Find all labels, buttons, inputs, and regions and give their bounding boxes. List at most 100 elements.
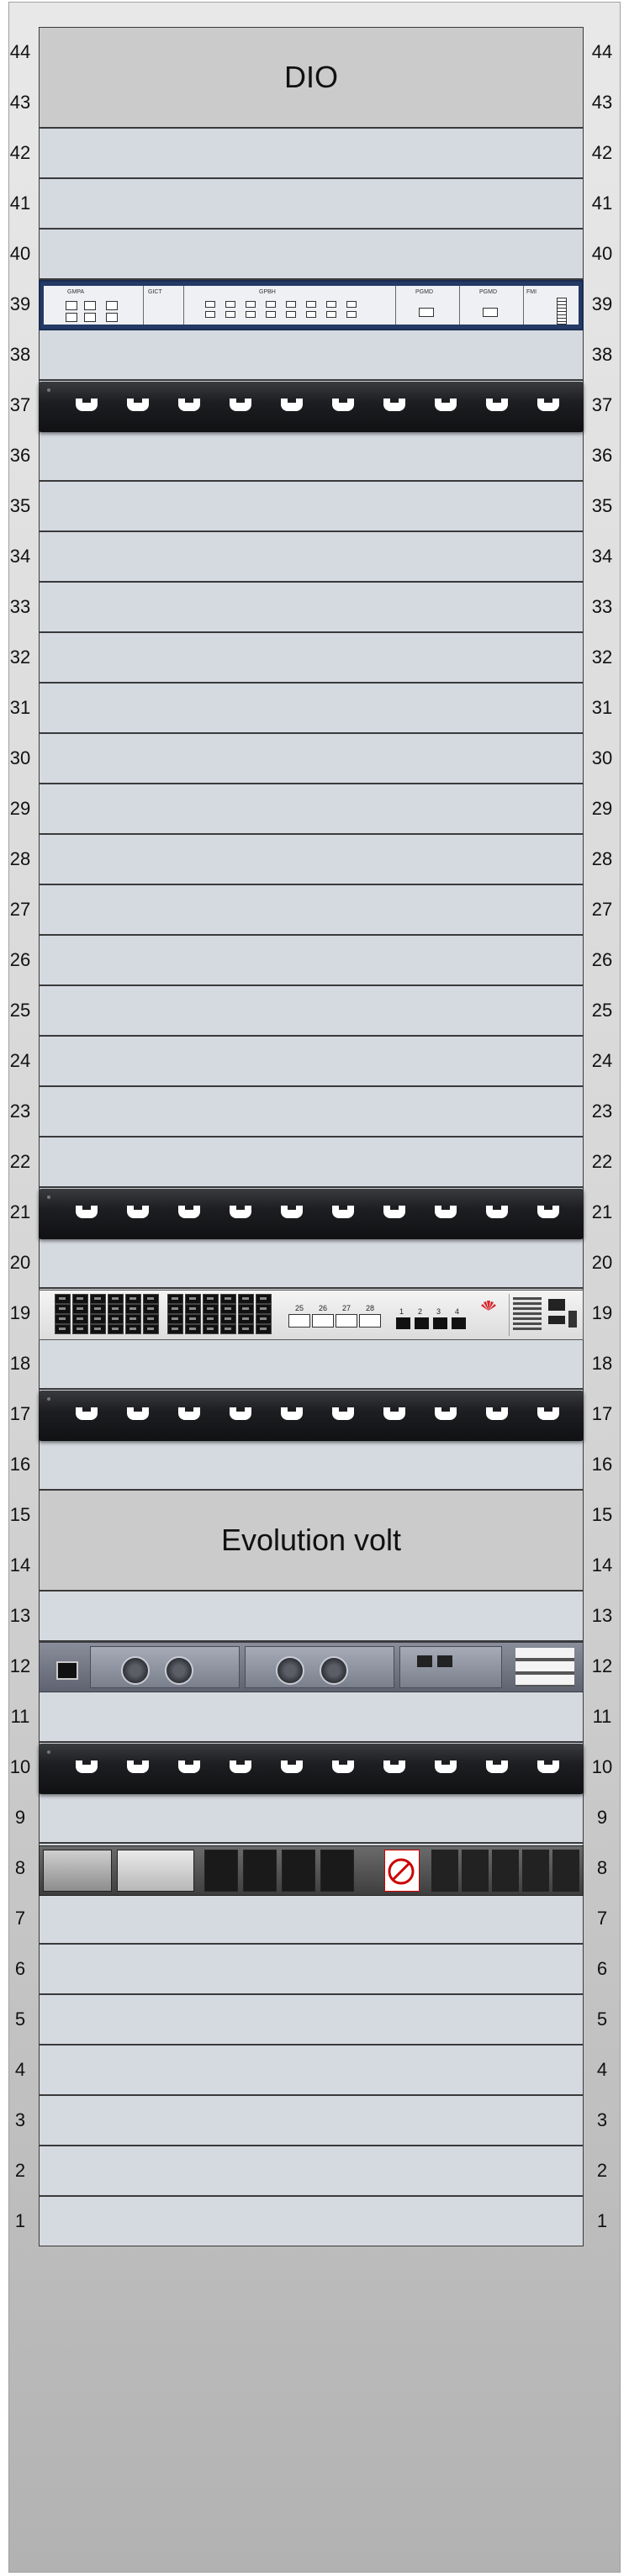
cable-manager-c[interactable] [39, 1744, 584, 1794]
olt-pon-port[interactable] [286, 311, 296, 318]
evolution-volt-panel[interactable]: Evolution volt [39, 1490, 584, 1591]
sfp-port[interactable] [108, 1294, 124, 1304]
combo-port[interactable] [359, 1314, 381, 1328]
sfp-port[interactable] [55, 1324, 71, 1334]
rectifier-module[interactable] [245, 1646, 394, 1688]
sfp-port[interactable] [125, 1324, 141, 1334]
sfp-port[interactable] [238, 1324, 254, 1334]
sfp-port[interactable] [256, 1324, 272, 1334]
sfp-port[interactable] [72, 1304, 88, 1314]
controller-module[interactable] [399, 1646, 502, 1688]
sfp-port[interactable] [125, 1294, 141, 1304]
breaker-icon[interactable] [282, 1850, 315, 1892]
sfp-port[interactable] [203, 1314, 219, 1324]
cable-manager-a[interactable] [39, 1189, 584, 1239]
olt-power-port[interactable] [419, 308, 434, 317]
sfp-port[interactable] [185, 1304, 201, 1314]
olt-pon-port[interactable] [326, 301, 336, 308]
rectifier-module[interactable] [90, 1646, 240, 1688]
sfp-port[interactable] [72, 1314, 88, 1324]
mgmt-port[interactable] [568, 1311, 577, 1328]
sfp-port[interactable] [90, 1324, 106, 1334]
ac-inlet[interactable] [56, 1661, 78, 1680]
olt-power-port[interactable] [483, 308, 498, 317]
sfp-port[interactable] [238, 1304, 254, 1314]
olt-pon-port[interactable] [306, 301, 316, 308]
ethernet-port[interactable] [437, 1655, 452, 1667]
sfp-port[interactable] [220, 1304, 236, 1314]
sfp-port[interactable] [108, 1324, 124, 1334]
sfp-port[interactable] [185, 1294, 201, 1304]
sfp-port[interactable] [167, 1304, 183, 1314]
olt-pon-port[interactable] [266, 311, 276, 318]
sfp-port[interactable] [256, 1304, 272, 1314]
sfp-port[interactable] [90, 1294, 106, 1304]
olt-port[interactable] [84, 313, 96, 322]
cable-manager-top[interactable] [39, 382, 584, 432]
sfp-port[interactable] [72, 1294, 88, 1304]
sfp-port[interactable] [220, 1294, 236, 1304]
sfp-port[interactable] [125, 1314, 141, 1324]
sfp-port[interactable] [185, 1324, 201, 1334]
power-rectifier[interactable] [39, 1642, 584, 1692]
sfp-port[interactable] [256, 1314, 272, 1324]
olt-port[interactable] [84, 301, 96, 310]
combo-port[interactable] [312, 1314, 334, 1328]
breaker-icon[interactable] [320, 1850, 354, 1892]
sfp-port[interactable] [203, 1304, 219, 1314]
cable-manager-b[interactable] [39, 1391, 584, 1441]
olt-port[interactable] [66, 301, 77, 310]
olt-pon-port[interactable] [266, 301, 276, 308]
olt-pon-port[interactable] [346, 311, 357, 318]
sfp-port[interactable] [108, 1304, 124, 1314]
breaker-icon[interactable] [204, 1850, 238, 1892]
sfp-port[interactable] [167, 1314, 183, 1324]
olt-chassis[interactable]: GMPA GICT GPBH PGMD PGMD FMI [39, 280, 584, 330]
olt-pon-port[interactable] [205, 301, 215, 308]
olt-pon-port[interactable] [225, 311, 235, 318]
sfp-port[interactable] [167, 1324, 183, 1334]
sfp-port[interactable] [203, 1294, 219, 1304]
fuse-holder[interactable] [431, 1850, 458, 1892]
sfp-port[interactable] [167, 1294, 183, 1304]
dio-panel[interactable]: DIO [39, 27, 584, 128]
sfp-port[interactable] [220, 1314, 236, 1324]
sfp-port[interactable] [90, 1304, 106, 1314]
sfp-port[interactable] [143, 1314, 159, 1324]
sfp-port[interactable] [143, 1294, 159, 1304]
olt-pon-port[interactable] [225, 301, 235, 308]
uplink-port[interactable] [433, 1317, 447, 1329]
sfp-port[interactable] [256, 1294, 272, 1304]
uplink-port[interactable] [415, 1317, 429, 1329]
olt-pon-port[interactable] [246, 311, 256, 318]
fuse-holder[interactable] [462, 1850, 489, 1892]
sfp-port[interactable] [90, 1314, 106, 1324]
fuse-holder[interactable] [552, 1850, 579, 1892]
sfp-port[interactable] [108, 1314, 124, 1324]
sfp-port[interactable] [55, 1314, 71, 1324]
sfp-port[interactable] [125, 1304, 141, 1314]
olt-pon-port[interactable] [346, 301, 357, 308]
sfp-port[interactable] [238, 1294, 254, 1304]
olt-port[interactable] [66, 313, 77, 322]
access-switch[interactable]: 25 26 27 28 1 2 3 4 [39, 1290, 584, 1340]
sfp-port[interactable] [55, 1294, 71, 1304]
fuse-holder[interactable] [492, 1850, 519, 1892]
olt-port[interactable] [106, 301, 118, 310]
ethernet-port[interactable] [417, 1655, 432, 1667]
uplink-port[interactable] [452, 1317, 466, 1329]
sfp-port[interactable] [143, 1304, 159, 1314]
console-port[interactable] [548, 1299, 565, 1311]
combo-port[interactable] [288, 1314, 310, 1328]
fuse-holder[interactable] [522, 1850, 549, 1892]
olt-pon-port[interactable] [286, 301, 296, 308]
sfp-port[interactable] [203, 1324, 219, 1334]
combo-port[interactable] [336, 1314, 357, 1328]
sfp-port[interactable] [143, 1324, 159, 1334]
power-distribution-unit[interactable] [39, 1845, 584, 1896]
olt-port[interactable] [106, 313, 118, 322]
sfp-port[interactable] [220, 1324, 236, 1334]
breaker-switches[interactable] [515, 1648, 574, 1687]
uplink-port[interactable] [396, 1317, 410, 1329]
olt-pon-port[interactable] [246, 301, 256, 308]
